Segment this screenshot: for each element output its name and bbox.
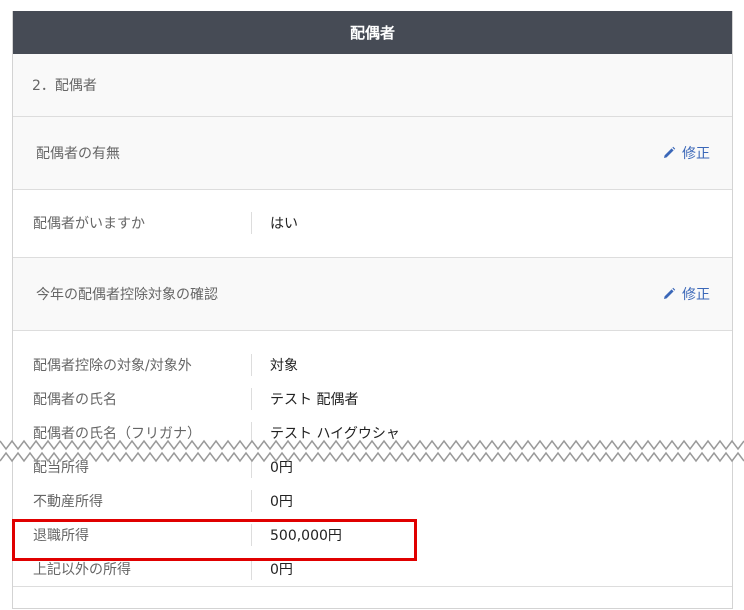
highlight-box xyxy=(12,519,417,561)
row-label: 配偶者がいますか xyxy=(33,216,145,232)
row-value: 0円 xyxy=(270,494,293,510)
table-row: 配偶者控除の対象/対象外 対象 xyxy=(13,348,732,382)
row-value: 0円 xyxy=(270,562,293,578)
presence-header: 配偶者の有無 修正 xyxy=(13,117,732,190)
presence-rows: 配偶者がいますか はい xyxy=(13,190,732,258)
table-row: 配偶者の氏名 テスト 配偶者 xyxy=(13,382,732,416)
pencil-icon xyxy=(664,287,676,299)
row-label: 上記以外の所得 xyxy=(33,562,131,578)
table-row: 配偶者がいますか はい xyxy=(13,206,732,240)
row-value: テスト 配偶者 xyxy=(270,392,359,408)
section-title-label: 2．配偶者 xyxy=(32,78,97,94)
row-value: はい xyxy=(270,216,298,232)
deduction-edit-button[interactable]: 修正 xyxy=(662,284,710,304)
row-label: 不動産所得 xyxy=(33,494,103,510)
pencil-icon xyxy=(664,146,676,158)
row-value: 対象 xyxy=(270,358,298,374)
row-label: 配偶者の氏名 xyxy=(33,392,117,408)
zigzag-cut-line xyxy=(0,439,744,463)
deduction-title: 今年の配偶者控除対象の確認 xyxy=(36,287,218,303)
row-label: 配偶者控除の対象/対象外 xyxy=(33,358,192,374)
presence-edit-label: 修正 xyxy=(682,146,710,162)
section-title: 2．配偶者 xyxy=(13,54,732,117)
deduction-header: 今年の配偶者控除対象の確認 修正 xyxy=(13,258,732,331)
presence-title: 配偶者の有無 xyxy=(36,146,120,162)
deduction-edit-label: 修正 xyxy=(682,287,710,303)
table-row: 不動産所得 0円 xyxy=(13,484,732,518)
presence-edit-button[interactable]: 修正 xyxy=(662,143,710,163)
panel-header: 配偶者 xyxy=(13,11,732,54)
panel-title: 配偶者 xyxy=(349,24,395,42)
